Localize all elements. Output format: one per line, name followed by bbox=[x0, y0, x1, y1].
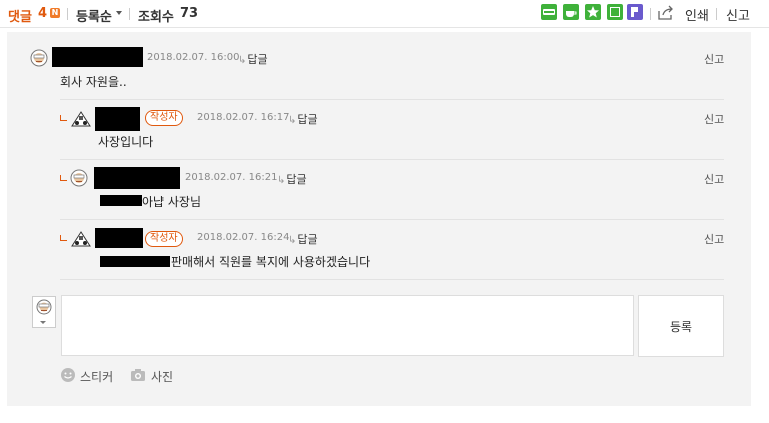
report-button[interactable]: 신고 bbox=[704, 51, 724, 67]
reply-label[interactable]: 답글 bbox=[286, 173, 306, 186]
hidden-text bbox=[100, 195, 142, 206]
reply-button[interactable]: ↳답글 bbox=[277, 171, 307, 187]
hidden-author-name bbox=[94, 167, 180, 189]
memo-share-icon[interactable] bbox=[607, 4, 623, 20]
blog-share-icon[interactable] bbox=[541, 4, 557, 20]
header-rule bbox=[0, 27, 769, 28]
hidden-author-name bbox=[52, 47, 143, 67]
band-share-icon[interactable] bbox=[627, 4, 643, 20]
divider bbox=[60, 279, 724, 280]
photo-button[interactable]: 사진 bbox=[151, 368, 173, 385]
divider bbox=[716, 8, 717, 20]
report-button[interactable]: 신고 bbox=[704, 231, 724, 247]
reply-button[interactable]: ↳답글 bbox=[288, 231, 318, 247]
submit-button[interactable]: 등록 bbox=[638, 295, 724, 357]
sticker-button[interactable]: 스티커 bbox=[80, 368, 113, 385]
avatar[interactable] bbox=[70, 230, 91, 248]
hidden-author-name bbox=[95, 107, 140, 131]
views-label: 조회수 bbox=[138, 10, 174, 25]
comment-text: 판매해서 직원를 복지에 사용하겠습니다 bbox=[171, 255, 371, 269]
author-badge: 작성자 bbox=[145, 231, 183, 247]
divider bbox=[60, 99, 724, 100]
comment-text: 사장입니다 bbox=[98, 135, 154, 149]
comment-input[interactable] bbox=[61, 295, 634, 356]
comment-date: 2018.02.07. 16:24 bbox=[197, 232, 290, 243]
reply-label[interactable]: 답글 bbox=[297, 113, 317, 126]
divider bbox=[129, 8, 130, 20]
comment-label: 댓글 bbox=[8, 10, 32, 25]
divider bbox=[60, 159, 724, 160]
comment-header: 댓글 4 N 등록순 조회수 73 인쇄 신고 bbox=[0, 0, 769, 28]
report-button[interactable]: 신고 bbox=[704, 111, 724, 127]
hidden-author-name bbox=[95, 228, 143, 248]
views-count: 73 bbox=[180, 6, 199, 21]
divider bbox=[60, 219, 724, 220]
new-badge: N bbox=[50, 8, 60, 18]
avatar[interactable] bbox=[70, 169, 88, 187]
chevron-down-icon[interactable] bbox=[116, 11, 122, 15]
report-button[interactable]: 신고 bbox=[704, 171, 724, 187]
report-link[interactable]: 신고 bbox=[726, 5, 750, 24]
hidden-text bbox=[100, 256, 170, 267]
share-icon[interactable] bbox=[657, 5, 673, 21]
divider bbox=[67, 8, 68, 20]
avatar[interactable] bbox=[30, 49, 48, 67]
avatar[interactable] bbox=[70, 110, 91, 128]
print-link[interactable]: 인쇄 bbox=[685, 5, 709, 24]
reply-button[interactable]: ↳답글 bbox=[288, 111, 318, 127]
sort-dropdown[interactable]: 등록순 bbox=[76, 6, 112, 25]
reply-indent-icon bbox=[60, 175, 67, 181]
divider bbox=[650, 8, 651, 20]
reply-button[interactable]: ↳답글 bbox=[238, 51, 268, 67]
comment-count: 4 bbox=[38, 6, 48, 21]
reply-label[interactable]: 답글 bbox=[247, 53, 267, 66]
reply-indent-icon bbox=[60, 115, 67, 121]
comment-date: 2018.02.07. 16:17 bbox=[197, 112, 290, 123]
comment-text: 회사 자원을.. bbox=[60, 75, 127, 89]
comment-text: 아냡 사장님 bbox=[142, 195, 202, 209]
bookmark-star-icon[interactable] bbox=[585, 4, 601, 20]
reply-indent-icon bbox=[60, 235, 67, 241]
reply-label[interactable]: 답글 bbox=[297, 233, 317, 246]
comment-date: 2018.02.07. 16:21 bbox=[185, 172, 278, 183]
chevron-down-icon[interactable] bbox=[40, 321, 46, 324]
comment-date: 2018.02.07. 16:00 bbox=[147, 52, 240, 63]
author-badge: 작성자 bbox=[145, 110, 183, 126]
camera-icon[interactable] bbox=[130, 367, 146, 383]
cafe-share-icon[interactable] bbox=[563, 4, 579, 20]
sticker-icon[interactable] bbox=[60, 367, 76, 383]
